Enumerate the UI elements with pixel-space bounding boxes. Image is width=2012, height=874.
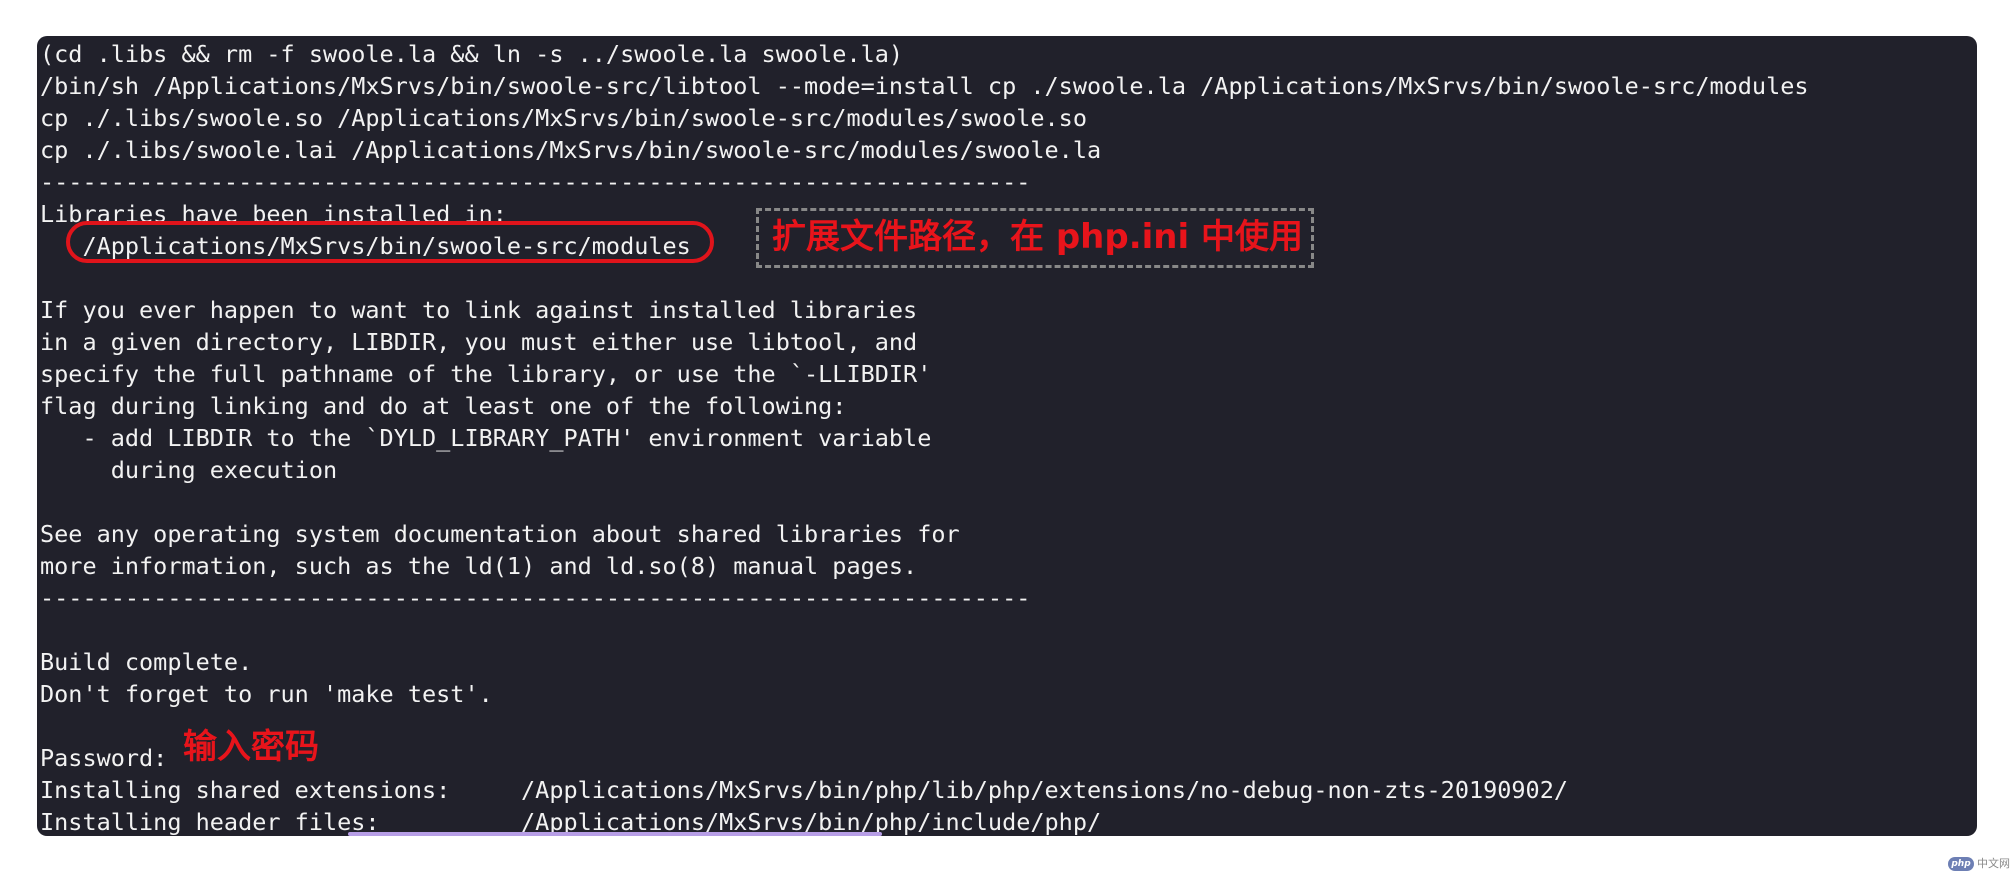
terminal-line: in a given directory, LIBDIR, you must e…: [40, 328, 918, 356]
terminal-line: during execution: [40, 456, 338, 484]
terminal-window[interactable]: (cd .libs && rm -f swoole.la && ln -s ..…: [37, 36, 1977, 836]
terminal-line: specify the full pathname of the library…: [40, 360, 932, 388]
terminal-line: Installing shared extensions: /Applicati…: [40, 776, 1569, 804]
watermark: php 中文网: [1948, 856, 2010, 872]
terminal-line: cp ./.libs/swoole.lai /Applications/MxSr…: [40, 136, 1102, 164]
terminal-line: See any operating system documentation a…: [40, 520, 960, 548]
terminal-line: more information, such as the ld(1) and …: [40, 552, 918, 580]
separator-line: ----------------------------------------…: [40, 168, 1031, 196]
php-logo-icon: php: [1948, 857, 1974, 871]
watermark-text: 中文网: [1977, 857, 2010, 870]
separator-line: ----------------------------------------…: [40, 584, 1031, 612]
terminal-line: Don't forget to run 'make test'.: [40, 680, 493, 708]
terminal-line: If you ever happen to want to link again…: [40, 296, 918, 324]
terminal-line: flag during linking and do at least one …: [40, 392, 847, 420]
terminal-line: (cd .libs && rm -f swoole.la && ln -s ..…: [40, 40, 904, 68]
terminal-line: cp ./.libs/swoole.so /Applications/MxSrv…: [40, 104, 1087, 132]
password-note-text: 输入密码: [183, 727, 319, 767]
terminal-line: - add LIBDIR to the `DYLD_LIBRARY_PATH' …: [40, 424, 932, 452]
path-note-text: 扩展文件路径，在 php.ini 中使用: [772, 217, 1303, 257]
scroll-indicator[interactable]: [348, 832, 882, 836]
path-highlight-oval: [66, 221, 714, 263]
terminal-line: /bin/sh /Applications/MxSrvs/bin/swoole-…: [40, 72, 1809, 100]
password-prompt: Password:: [40, 744, 168, 772]
terminal-line: Build complete.: [40, 648, 253, 676]
